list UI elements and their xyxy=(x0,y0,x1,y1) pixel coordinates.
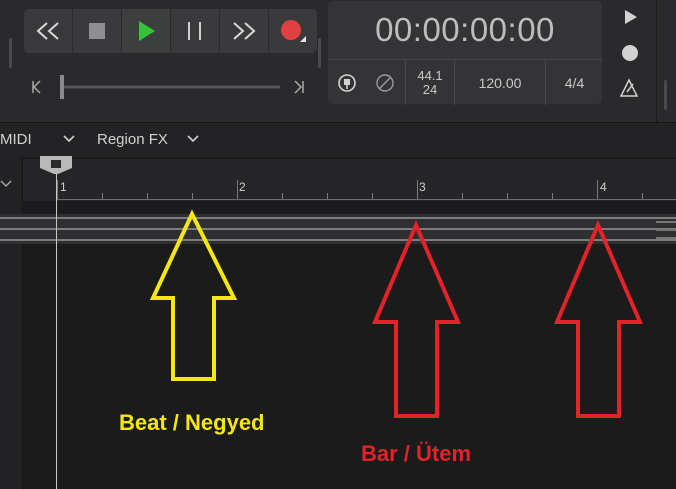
fast-forward-button[interactable] xyxy=(220,9,268,53)
region-fx-menu-label[interactable]: Region FX xyxy=(97,131,168,148)
metronome-disabled-icon xyxy=(376,73,394,92)
lcd-display: 00:00:00:00 44.1 24 120.00 4/4 xyxy=(328,1,602,105)
tempo-value: 120.00 xyxy=(478,74,522,91)
plug-icon xyxy=(338,73,356,92)
beat-tick xyxy=(192,193,193,199)
tempo-display[interactable]: 120.00 xyxy=(454,60,545,105)
pause-button[interactable] xyxy=(171,9,219,53)
bit-depth: 24 xyxy=(422,81,438,97)
bar-tick xyxy=(597,180,598,199)
play-mode-icon[interactable] xyxy=(620,8,642,26)
beat-tick xyxy=(372,193,373,199)
beat-caption: Beat / Negyed xyxy=(119,410,265,435)
go-to-end-icon xyxy=(294,80,303,94)
chevron-down-icon[interactable] xyxy=(0,178,14,190)
beat-tick xyxy=(147,193,148,199)
record-icon xyxy=(281,20,306,42)
time-signature-value: 4/4 xyxy=(564,74,585,91)
lcd-info-row: 44.1 24 120.00 4/4 xyxy=(328,59,602,105)
bar-number: 1 xyxy=(60,180,67,194)
beat-tick xyxy=(642,193,643,199)
fast-forward-icon xyxy=(233,22,256,40)
playhead-line xyxy=(56,158,57,489)
chevron-down-icon[interactable] xyxy=(186,133,200,145)
time-display[interactable]: 00:00:00:00 xyxy=(328,11,602,49)
bar-tick xyxy=(417,180,418,199)
panel-handle xyxy=(9,38,12,68)
play-icon xyxy=(139,21,155,41)
slider-handle xyxy=(60,75,64,99)
stop-button[interactable] xyxy=(73,9,121,53)
stop-icon xyxy=(89,23,105,39)
panel-handle xyxy=(664,80,667,110)
rewind-icon xyxy=(36,22,59,40)
time-signature-display[interactable]: 4/4 xyxy=(545,60,603,105)
beat-tick xyxy=(462,193,463,199)
bar-tick xyxy=(57,180,58,199)
chevron-down-icon[interactable] xyxy=(62,133,76,145)
bar-arrow xyxy=(553,219,644,418)
beat-tick xyxy=(507,193,508,199)
metronome-button[interactable] xyxy=(366,60,404,105)
panel-handle xyxy=(318,38,321,68)
track-header-strip xyxy=(0,158,23,489)
beat-tick xyxy=(282,193,283,199)
bar-number: 3 xyxy=(419,180,426,194)
bar-tick xyxy=(237,180,238,199)
record-button[interactable] xyxy=(269,9,317,53)
midi-menu-label[interactable]: MIDI xyxy=(0,131,32,148)
bar-number: 4 xyxy=(600,180,607,194)
bar-caption: Bar / Ütem xyxy=(361,441,472,466)
sample-rate: 44.1 xyxy=(417,67,443,83)
position-slider[interactable] xyxy=(30,75,314,99)
metronome-icon[interactable] xyxy=(618,78,640,98)
ruler-baseline xyxy=(56,199,676,200)
go-to-start-icon xyxy=(32,80,41,94)
pause-icon xyxy=(188,22,201,40)
resize-grip-icon[interactable] xyxy=(654,218,676,242)
play-button[interactable] xyxy=(122,9,170,53)
record-mode-icon[interactable] xyxy=(620,43,642,63)
input-monitor-button[interactable] xyxy=(328,60,366,105)
sample-rate-display[interactable]: 44.1 24 xyxy=(405,60,454,105)
bar-number: 2 xyxy=(239,180,246,194)
playhead-handle[interactable] xyxy=(38,154,74,176)
beat-tick xyxy=(327,193,328,199)
beat-arrow xyxy=(149,209,238,381)
beat-tick xyxy=(552,193,553,199)
bar-arrow xyxy=(371,219,462,418)
divider xyxy=(656,0,657,122)
rewind-button[interactable] xyxy=(24,9,72,53)
beat-tick xyxy=(102,193,103,199)
